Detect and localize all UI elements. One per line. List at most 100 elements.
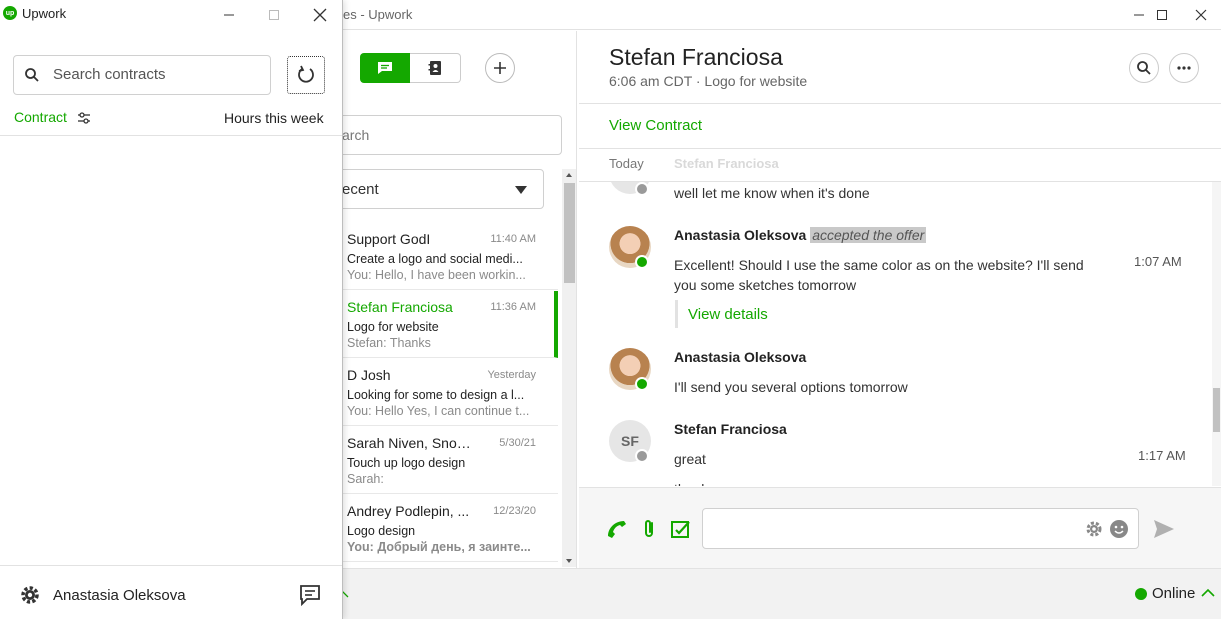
refresh-button[interactable] xyxy=(287,56,325,94)
online-status-dot xyxy=(1135,588,1147,600)
open-messages-button[interactable] xyxy=(299,584,321,606)
call-button[interactable] xyxy=(606,519,628,539)
message-text: well let me know when it's done xyxy=(674,185,870,201)
conversation-time: Yesterday xyxy=(487,369,536,381)
message-input[interactable] xyxy=(702,508,1139,549)
divider xyxy=(0,135,342,136)
refresh-icon xyxy=(298,65,314,83)
conversations-filter-select[interactable]: ecent xyxy=(333,169,544,209)
messages-tab-button[interactable] xyxy=(360,53,410,83)
conversations-scroll-thumb[interactable] xyxy=(564,183,575,283)
conversation-time: 11:36 AM xyxy=(490,301,536,313)
contracts-minimize-button[interactable] xyxy=(206,0,252,30)
chat-contact-subline: 6:06 am CDT · Logo for website xyxy=(609,73,808,89)
upwork-logo-icon: up xyxy=(3,6,17,20)
status-bar xyxy=(337,568,1221,619)
message-text-line: you some sketches tomorrow xyxy=(674,277,857,293)
plus-icon xyxy=(494,62,506,74)
contacts-tab-button[interactable] xyxy=(410,53,461,83)
filter-sliders-icon[interactable] xyxy=(77,111,91,125)
chat-search-button[interactable] xyxy=(1129,53,1159,83)
conversation-name: D Josh xyxy=(347,367,391,383)
online-status-dot xyxy=(635,377,649,391)
divider xyxy=(579,148,1221,149)
gear-icon xyxy=(1086,521,1102,537)
conversation-preview: You: Hello, I have been workin... xyxy=(347,268,526,282)
settings-button[interactable] xyxy=(19,584,41,606)
conversations-scrollbar[interactable] xyxy=(562,169,576,567)
status-toggle[interactable]: Online xyxy=(1152,585,1195,602)
conversation-preview: Stefan: Thanks xyxy=(347,336,431,350)
message-text-line: Excellent! Should I use the same color a… xyxy=(674,257,1084,273)
send-button[interactable] xyxy=(1153,519,1175,539)
view-contract-link[interactable]: View Contract xyxy=(609,117,702,134)
hours-this-week-label: Hours this week xyxy=(224,110,324,126)
address-book-icon xyxy=(428,61,441,75)
online-status-dot xyxy=(635,255,649,269)
message-author: Stefan Franciosa xyxy=(674,421,787,437)
search-contracts-placeholder: Search contracts xyxy=(53,66,166,83)
conversation-item[interactable]: Andrey Podlepin, ... 12/23/20 Logo desig… xyxy=(343,495,558,562)
conversation-item[interactable]: Sarah Niven, Snow... 5/30/21 Touch up lo… xyxy=(343,427,558,494)
contracts-maximize-button[interactable] xyxy=(251,0,297,30)
edit-check-icon xyxy=(671,521,690,538)
emoji-icon xyxy=(1110,520,1128,538)
conversation-time: 11:40 AM xyxy=(490,233,536,245)
view-details-label: View details xyxy=(688,306,768,323)
conversation-item[interactable]: Support GodI 11:40 AM Create a logo and … xyxy=(343,223,558,290)
conversations-panel: arch ecent Support GodI 11:40 AM Create … xyxy=(333,31,577,568)
close-icon xyxy=(1195,9,1207,21)
offline-status-dot xyxy=(635,182,649,196)
chat-bubble-icon xyxy=(378,62,392,74)
conversation-name: Support GodI xyxy=(347,231,431,247)
sticky-author-name: Stefan Franciosa xyxy=(674,156,779,171)
phone-icon xyxy=(608,521,626,538)
caret-down-icon xyxy=(515,186,527,194)
attach-button[interactable] xyxy=(641,518,657,540)
paperclip-icon xyxy=(645,520,653,537)
conversation-subject: Touch up logo design xyxy=(347,456,466,470)
messages-thread: well let me know when it's done Anastasi… xyxy=(579,182,1211,486)
conversations-search-input[interactable]: arch xyxy=(333,115,562,155)
conversation-preview: Sarah: xyxy=(347,472,384,486)
conversations-filter-value: ecent xyxy=(342,181,379,198)
conversation-subject: Create a logo and social medi... xyxy=(347,252,523,266)
search-icon xyxy=(1137,61,1151,75)
message-author: Anastasia Oleksova accepted the offer xyxy=(674,227,927,243)
contract-sort-label[interactable]: Contract xyxy=(14,109,67,125)
close-button[interactable] xyxy=(1178,0,1221,30)
conversation-subject: Logo for website xyxy=(347,320,439,334)
conversations-search-placeholder: arch xyxy=(342,127,370,143)
conversation-item-active[interactable]: Stefan Franciosa 11:36 AM Logo for websi… xyxy=(343,291,558,358)
conversation-name: Sarah Niven, Snow... xyxy=(347,435,477,451)
messages-scrollbar[interactable] xyxy=(1212,182,1221,486)
contracts-close-button[interactable] xyxy=(297,0,343,30)
message-text: great xyxy=(674,451,706,467)
conversation-item[interactable]: D Josh Yesterday Looking for some to des… xyxy=(343,359,558,426)
contract-action-button[interactable] xyxy=(670,519,692,539)
maximize-icon xyxy=(269,10,279,20)
send-icon xyxy=(1154,520,1174,538)
search-icon xyxy=(25,68,39,82)
conversation-time: 5/30/21 xyxy=(499,437,536,449)
message-author-name: Anastasia Oleksova xyxy=(674,227,807,243)
messages-scroll-thumb[interactable] xyxy=(1213,388,1220,432)
message-author: Anastasia Oleksova xyxy=(674,349,807,365)
chevron-up-icon[interactable] xyxy=(1200,586,1216,600)
offline-status-dot xyxy=(635,449,649,463)
conversation-name: Stefan Franciosa xyxy=(347,299,453,315)
conversation-subject: Logo design xyxy=(347,524,416,538)
message-time: 1:07 AM xyxy=(1134,254,1182,269)
view-details-link[interactable]: View details xyxy=(675,300,768,328)
chat-contact-name: Stefan Franciosa xyxy=(609,44,783,70)
message-time: 1:17 AM xyxy=(1138,448,1186,463)
user-name: Anastasia Oleksova xyxy=(53,587,186,604)
scroll-down-icon xyxy=(566,559,572,563)
new-conversation-button[interactable] xyxy=(485,53,515,83)
chat-more-button[interactable] xyxy=(1169,53,1199,83)
divider xyxy=(0,565,342,566)
more-horizontal-icon xyxy=(1177,66,1191,70)
conversations-list: Support GodI 11:40 AM Create a logo and … xyxy=(343,223,558,563)
minimize-icon xyxy=(224,14,234,16)
conversation-subject: Looking for some to design a l... xyxy=(347,388,525,402)
